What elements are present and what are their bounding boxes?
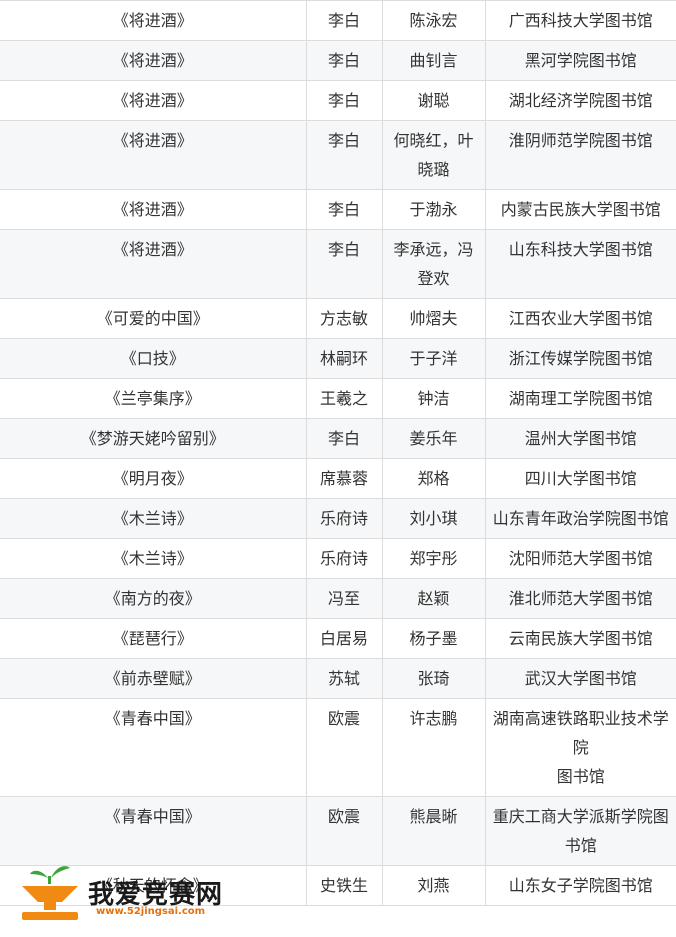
poem-title-cell: 《口技》: [0, 338, 307, 379]
poem-title-cell: 《青春中国》: [0, 796, 307, 866]
author-cell: 李白: [305, 189, 383, 230]
author-cell: 乐府诗: [305, 538, 383, 579]
author-cell: 欧震: [305, 698, 383, 797]
reader-cell: 于子洋: [381, 338, 486, 379]
author-cell: 白居易: [305, 618, 383, 659]
table-row: 《秋天的怀念》 史铁生 刘燕 山东女子学院图书馆: [0, 865, 676, 906]
author-cell: 方志敏: [305, 298, 383, 339]
reader-cell: 郑格: [381, 458, 486, 499]
library-cell: 山东青年政治学院图书馆: [484, 498, 676, 539]
author-cell: 李白: [305, 0, 383, 41]
poem-title-cell: 《将进酒》: [0, 40, 307, 81]
poem-title-cell: 《兰亭集序》: [0, 378, 307, 419]
table-row: 《明月夜》 席慕蓉 郑格 四川大学图书馆: [0, 458, 676, 499]
poem-title-cell: 《明月夜》: [0, 458, 307, 499]
reader-cell: 刘燕: [381, 865, 486, 906]
author-cell: 李白: [305, 40, 383, 81]
table-row: 《将进酒》 李白 于渤永 内蒙古民族大学图书馆: [0, 189, 676, 230]
author-cell: 乐府诗: [305, 498, 383, 539]
poem-title-cell: 《梦游天姥吟留别》: [0, 418, 307, 459]
poem-title-cell: 《木兰诗》: [0, 498, 307, 539]
table-row: 《前赤壁赋》 苏轼 张琦 武汉大学图书馆: [0, 658, 676, 699]
library-cell: 重庆工商大学派斯学院图书馆: [484, 796, 676, 866]
reader-cell: 刘小琪: [381, 498, 486, 539]
library-cell: 温州大学图书馆: [484, 418, 676, 459]
library-cell: 湖北经济学院图书馆: [484, 80, 676, 121]
data-table: 《将进酒》 李白 陈泳宏 广西科技大学图书馆 《将进酒》 李白 曲钊言 黑河学院图书馆 《将进酒…: [0, 0, 676, 906]
reader-cell: 李承远，冯登欢: [381, 229, 486, 299]
reader-cell: 姜乐年: [381, 418, 486, 459]
reader-cell: 谢聪: [381, 80, 486, 121]
author-cell: 李白: [305, 80, 383, 121]
reader-cell: 钟洁: [381, 378, 486, 419]
library-cell: 武汉大学图书馆: [484, 658, 676, 699]
library-cell: 四川大学图书馆: [484, 458, 676, 499]
author-cell: 席慕蓉: [305, 458, 383, 499]
author-cell: 林嗣环: [305, 338, 383, 379]
library-cell: 广西科技大学图书馆: [484, 0, 676, 41]
poem-title-cell: 《将进酒》: [0, 189, 307, 230]
table-row: 《口技》 林嗣环 于子洋 浙江传媒学院图书馆: [0, 338, 676, 379]
table-row: 《木兰诗》 乐府诗 郑宇彤 沈阳师范大学图书馆: [0, 538, 676, 579]
library-cell: 内蒙古民族大学图书馆: [484, 189, 676, 230]
poem-title-cell: 《琵琶行》: [0, 618, 307, 659]
library-cell: 淮阴师范学院图书馆: [484, 120, 676, 190]
reader-cell: 许志鹏: [381, 698, 486, 797]
poem-title-cell: 《秋天的怀念》: [0, 865, 307, 906]
table-row: 《青春中国》 欧震 许志鹏 湖南高速铁路职业技术学院 图书馆: [0, 698, 676, 797]
poem-title-cell: 《木兰诗》: [0, 538, 307, 579]
library-cell: 云南民族大学图书馆: [484, 618, 676, 659]
author-cell: 冯至: [305, 578, 383, 619]
library-cell: 山东女子学院图书馆: [484, 865, 676, 906]
author-cell: 王羲之: [305, 378, 383, 419]
author-cell: 李白: [305, 418, 383, 459]
author-cell: 苏轼: [305, 658, 383, 699]
library-cell: 山东科技大学图书馆: [484, 229, 676, 299]
library-cell: 沈阳师范大学图书馆: [484, 538, 676, 579]
library-cell: 浙江传媒学院图书馆: [484, 338, 676, 379]
table-row: 《将进酒》 李白 李承远，冯登欢 山东科技大学图书馆: [0, 229, 676, 299]
reader-cell: 杨子墨: [381, 618, 486, 659]
author-cell: 史铁生: [305, 865, 383, 906]
reader-cell: 陈泳宏: [381, 0, 486, 41]
author-cell: 李白: [305, 229, 383, 299]
reader-cell: 赵颖: [381, 578, 486, 619]
library-cell: 江西农业大学图书馆: [484, 298, 676, 339]
reader-cell: 曲钊言: [381, 40, 486, 81]
table-row: 《木兰诗》 乐府诗 刘小琪 山东青年政治学院图书馆: [0, 498, 676, 539]
poem-title-cell: 《青春中国》: [0, 698, 307, 797]
reader-cell: 张琦: [381, 658, 486, 699]
reader-cell: 郑宇彤: [381, 538, 486, 579]
poem-title-cell: 《将进酒》: [0, 229, 307, 299]
poem-title-cell: 《将进酒》: [0, 80, 307, 121]
watermark-url: www.52jingsai.com: [96, 906, 206, 917]
table-row: 《南方的夜》 冯至 赵颖 淮北师范大学图书馆: [0, 578, 676, 619]
poem-title-cell: 《可爱的中国》: [0, 298, 307, 339]
reader-cell: 帅熠夫: [381, 298, 486, 339]
reader-cell: 何晓红，叶晓璐: [381, 120, 486, 190]
poem-title-cell: 《南方的夜》: [0, 578, 307, 619]
poem-title-cell: 《将进酒》: [0, 0, 307, 41]
library-cell: 淮北师范大学图书馆: [484, 578, 676, 619]
table-row: 《梦游天姥吟留别》 李白 姜乐年 温州大学图书馆: [0, 418, 676, 459]
table-row: 《将进酒》 李白 曲钊言 黑河学院图书馆: [0, 40, 676, 81]
library-cell: 黑河学院图书馆: [484, 40, 676, 81]
table-body: 《将进酒》 李白 陈泳宏 广西科技大学图书馆 《将进酒》 李白 曲钊言 黑河学院图书馆 《将进酒…: [0, 0, 676, 906]
poem-title-cell: 《前赤壁赋》: [0, 658, 307, 699]
reader-cell: 于渤永: [381, 189, 486, 230]
library-cell: 湖南理工学院图书馆: [484, 378, 676, 419]
table-row: 《将进酒》 李白 谢聪 湖北经济学院图书馆: [0, 80, 676, 121]
table-row: 《将进酒》 李白 何晓红，叶晓璐 淮阴师范学院图书馆: [0, 120, 676, 190]
table-row: 《青春中国》 欧震 熊晨晰 重庆工商大学派斯学院图书馆: [0, 796, 676, 866]
author-cell: 欧震: [305, 796, 383, 866]
table-row: 《琵琶行》 白居易 杨子墨 云南民族大学图书馆: [0, 618, 676, 659]
reader-cell: 熊晨晰: [381, 796, 486, 866]
table-row: 《兰亭集序》 王羲之 钟洁 湖南理工学院图书馆: [0, 378, 676, 419]
table-row: 《可爱的中国》 方志敏 帅熠夫 江西农业大学图书馆: [0, 298, 676, 339]
author-cell: 李白: [305, 120, 383, 190]
table-row: 《将进酒》 李白 陈泳宏 广西科技大学图书馆: [0, 0, 676, 41]
library-cell: 湖南高速铁路职业技术学院 图书馆: [484, 698, 676, 797]
poem-title-cell: 《将进酒》: [0, 120, 307, 190]
